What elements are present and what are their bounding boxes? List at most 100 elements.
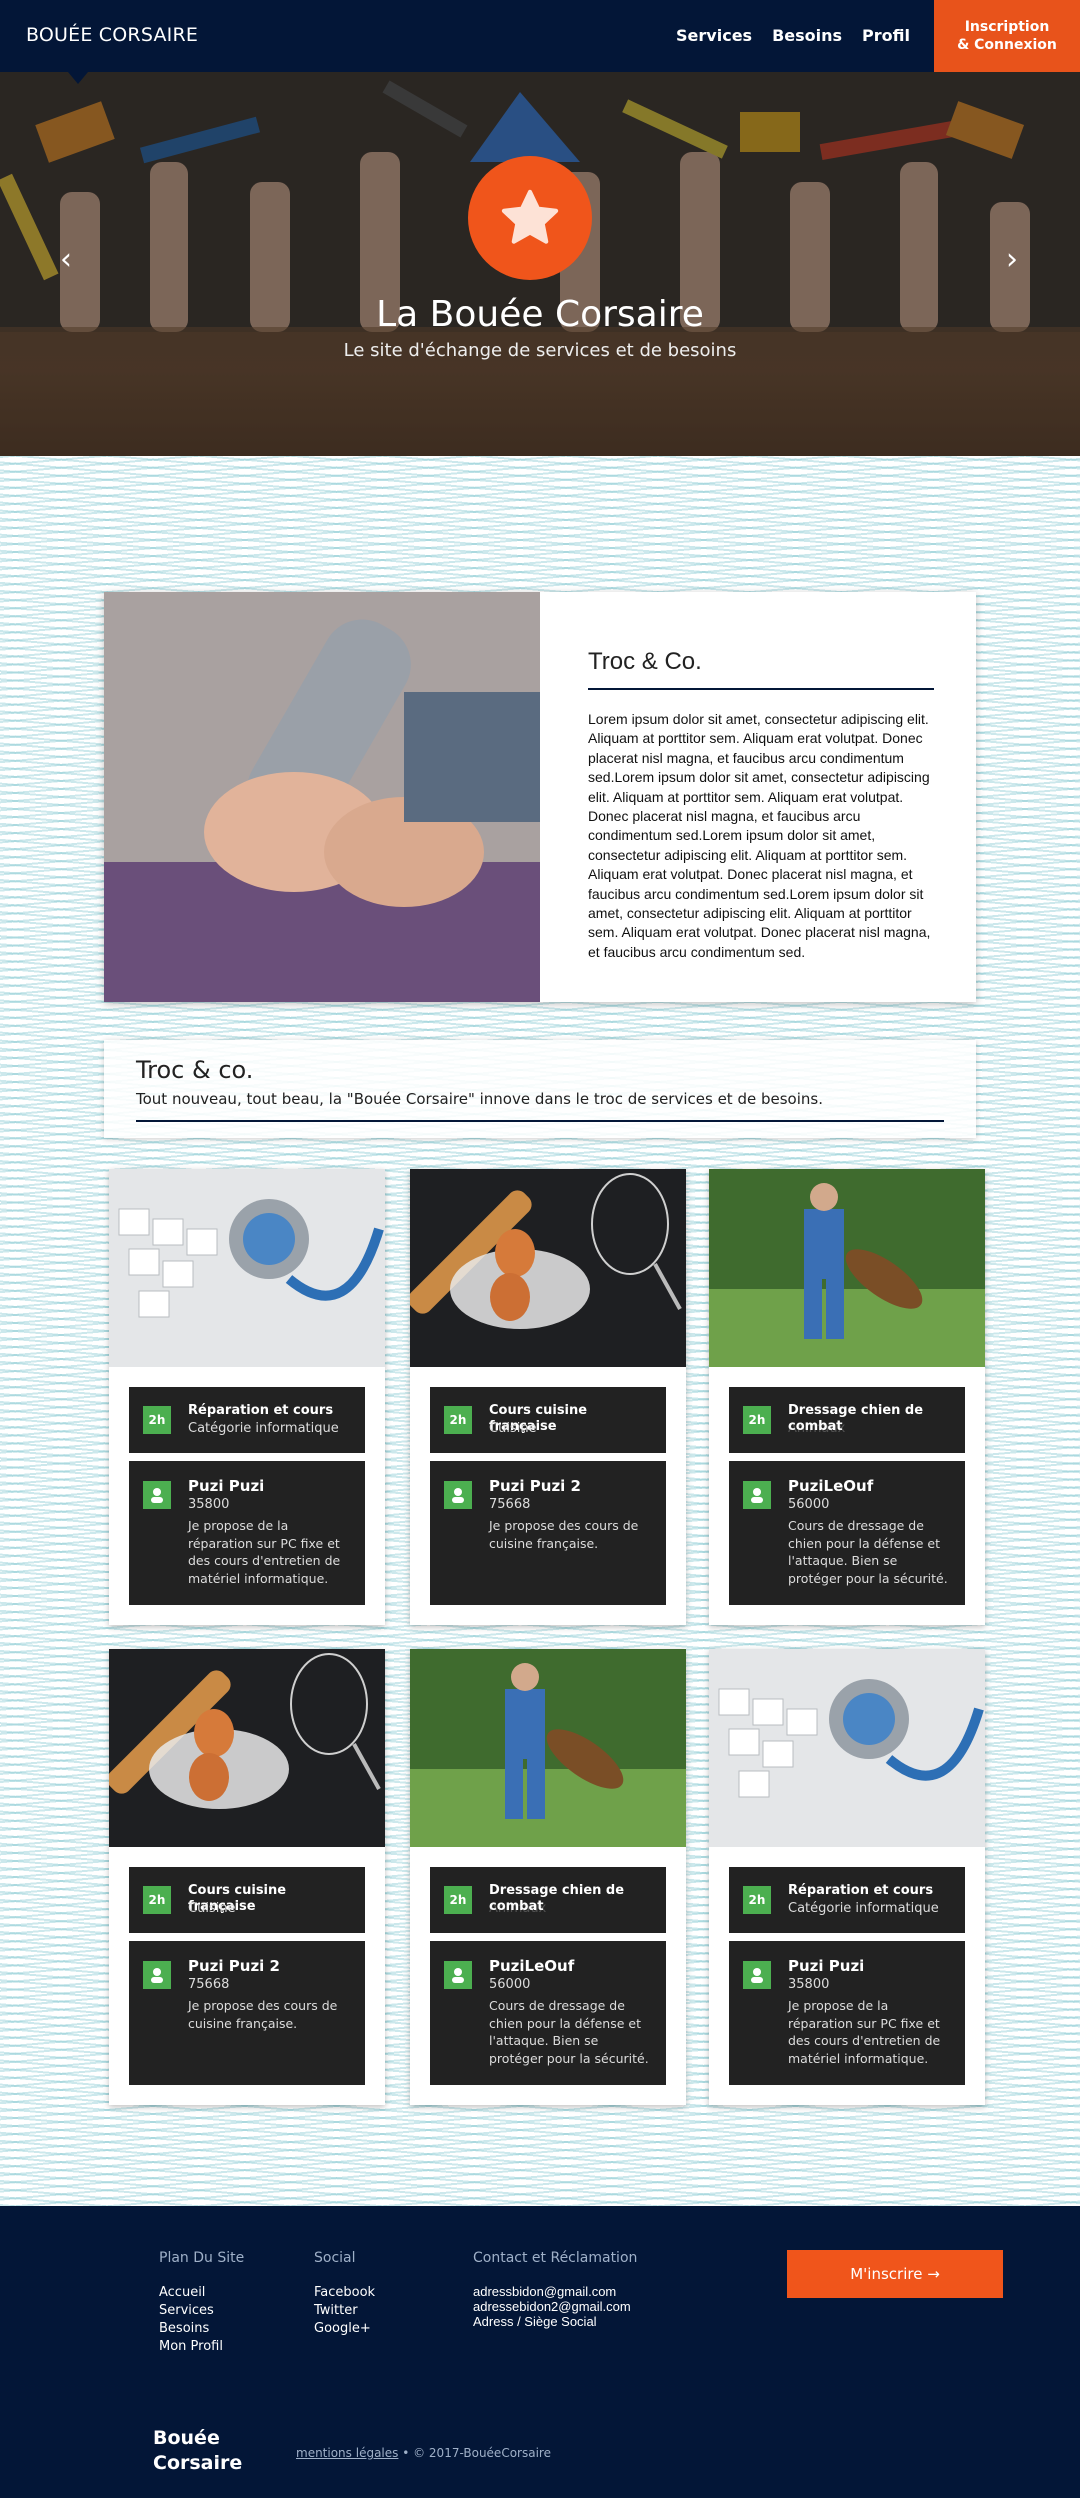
nav-link-profil[interactable]: Profil	[862, 26, 910, 45]
user-avatar-icon	[444, 1961, 472, 1989]
carousel-next-icon[interactable]: ›	[1006, 242, 1018, 277]
service-category: Animaux	[489, 1901, 547, 1916]
card-service-panel: 2h Dressage chien de combat Animaux	[430, 1867, 666, 1933]
footer-brand-line1: Bouée	[153, 2427, 220, 2449]
user-avatar-icon	[143, 1481, 171, 1509]
card-service-panel: 2h Cours cuisine française Cuisine	[129, 1867, 365, 1933]
service-card[interactable]: 2h Cours cuisine française Cuisine Puzi …	[410, 1169, 686, 1625]
footer-contact-title: Contact et Réclamation	[473, 2250, 638, 2266]
user-name: PuziLeOuf	[788, 1477, 874, 1495]
user-name: Puzi Puzi	[188, 1477, 265, 1495]
signup-button[interactable]: M'inscrire →	[787, 2250, 1003, 2298]
footer-link-besoins[interactable]: Besoins	[159, 2320, 223, 2338]
user-avatar-icon	[743, 1961, 771, 1989]
intro-subtitle: Tout nouveau, tout beau, la "Bouée Corsa…	[136, 1090, 823, 1108]
card-image-baking	[109, 1649, 385, 1847]
service-card[interactable]: 2h Cours cuisine française Cuisine Puzi …	[109, 1649, 385, 2105]
feature-text: Lorem ipsum dolor sit amet, consectetur …	[588, 711, 931, 960]
hero-title: La Bouée Corsaire	[376, 294, 704, 335]
card-image-dog	[709, 1169, 985, 1367]
card-user-panel: Puzi Puzi 2 75668 Je propose des cours d…	[430, 1461, 666, 1605]
nav-link-besoins[interactable]: Besoins	[772, 26, 842, 45]
user-zip: 75668	[188, 1977, 230, 1992]
service-description: Je propose des cours de cuisine français…	[489, 1518, 639, 1551]
footer-social-list: Facebook Twitter Google+	[314, 2284, 375, 2338]
footer-legal: mentions légales • © 2017-BouéeCorsaire	[296, 2446, 551, 2460]
user-zip: 56000	[489, 1977, 531, 1992]
login-label: & Connexion	[957, 37, 1057, 53]
nav-link-services[interactable]: Services	[676, 26, 752, 45]
footer-brand: Bouée Corsaire	[153, 2426, 242, 2476]
nav-links: Services Besoins Profil	[676, 26, 910, 45]
feature-divider	[588, 688, 934, 690]
service-description: Cours de dressage de chien pour la défen…	[788, 1518, 948, 1586]
footer-link-facebook[interactable]: Facebook	[314, 2284, 375, 2302]
contact-email-2[interactable]: adressebidon2@gmail.com	[473, 2299, 631, 2314]
service-title: Réparation et cours	[188, 1403, 334, 1418]
footer-brand-line2: Corsaire	[153, 2452, 243, 2474]
service-card[interactable]: 2h Dressage chien de combat Animaux Puzi…	[410, 1649, 686, 2105]
service-card[interactable]: 2h Dressage chien de combat Animaux Puzi…	[709, 1169, 985, 1625]
user-zip: 35800	[788, 1977, 830, 1992]
service-description: Cours de dressage de chien pour la défen…	[489, 1998, 649, 2066]
footer-link-twitter[interactable]: Twitter	[314, 2302, 375, 2320]
footer-sitemap-list: Accueil Services Besoins Mon Profil	[159, 2284, 223, 2356]
user-name: Puzi Puzi	[788, 1957, 865, 1975]
user-avatar-icon	[444, 1481, 472, 1509]
card-image-keyboard	[109, 1169, 385, 1367]
brand-logo[interactable]: BOUÉE CORSAIRE	[26, 24, 198, 46]
service-category: Catégorie informatique	[788, 1901, 939, 1916]
card-user-panel: Puzi Puzi 2 75668 Je propose des cours d…	[129, 1941, 365, 2085]
duration-badge: 2h	[444, 1886, 472, 1914]
dremel-tool-image	[104, 592, 540, 1002]
footer-link-services[interactable]: Services	[159, 2302, 223, 2320]
card-user-panel: PuziLeOuf 56000 Cours de dressage de chi…	[430, 1941, 666, 2085]
user-avatar-icon	[743, 1481, 771, 1509]
service-title: Réparation et cours	[788, 1883, 934, 1898]
footer-sitemap-title: Plan Du Site	[159, 2250, 245, 2266]
card-service-panel: 2h Dressage chien de combat Animaux	[729, 1387, 965, 1453]
user-avatar-icon	[143, 1961, 171, 1989]
hero-carousel: La Bouée Corsaire Le site d'échange de s…	[0, 72, 1080, 456]
service-card[interactable]: 2h Réparation et cours Catégorie informa…	[709, 1649, 985, 2105]
user-zip: 35800	[188, 1497, 230, 1512]
service-description: Je propose de la réparation sur PC fixe …	[188, 1518, 341, 1586]
signup-label: Inscription	[964, 19, 1050, 35]
user-zip: 75668	[489, 1497, 531, 1512]
card-service-panel: 2h Réparation et cours Catégorie informa…	[129, 1387, 365, 1453]
card-service-panel: 2h Réparation et cours Catégorie informa…	[729, 1867, 965, 1933]
duration-badge: 2h	[444, 1406, 472, 1434]
service-category: Cuisine	[188, 1901, 236, 1916]
intro-band: Troc & co. Tout nouveau, tout beau, la "…	[104, 1040, 976, 1138]
service-description: Je propose des cours de cuisine français…	[188, 1998, 338, 2031]
user-name: Puzi Puzi 2	[188, 1957, 280, 1975]
service-category: Animaux	[788, 1421, 846, 1436]
signup-login-button[interactable]: Inscription & Connexion	[934, 0, 1080, 72]
duration-badge: 2h	[743, 1406, 771, 1434]
duration-badge: 2h	[143, 1886, 171, 1914]
feature-title: Troc & Co.	[588, 648, 702, 675]
footer-link-googleplus[interactable]: Google+	[314, 2320, 375, 2338]
user-name: PuziLeOuf	[489, 1957, 575, 1975]
legal-notice-link[interactable]: mentions légales	[296, 2446, 398, 2460]
card-user-panel: Puzi Puzi 35800 Je propose de la réparat…	[129, 1461, 365, 1605]
card-image-keyboard	[709, 1649, 985, 1847]
intro-divider	[136, 1120, 944, 1122]
intro-title: Troc & co.	[136, 1056, 254, 1084]
contact-email-1[interactable]: adressbidon@gmail.com	[473, 2284, 631, 2299]
card-image-baking	[410, 1169, 686, 1367]
card-user-panel: PuziLeOuf 56000 Cours de dressage de chi…	[729, 1461, 965, 1605]
footer-link-accueil[interactable]: Accueil	[159, 2284, 223, 2302]
service-card[interactable]: 2h Réparation et cours Catégorie informa…	[109, 1169, 385, 1625]
card-user-panel: Puzi Puzi 35800 Je propose de la réparat…	[729, 1941, 965, 2085]
duration-badge: 2h	[743, 1886, 771, 1914]
contact-address: Adress / Siège Social	[473, 2314, 597, 2329]
star-icon	[468, 156, 592, 280]
user-zip: 56000	[788, 1497, 830, 1512]
copyright-text: • © 2017-BouéeCorsaire	[402, 2446, 551, 2460]
nav-active-indicator	[68, 72, 88, 84]
feature-card: Troc & Co. Lorem ipsum dolor sit amet, c…	[104, 592, 976, 1002]
carousel-prev-icon[interactable]: ‹	[60, 242, 72, 277]
footer-link-profil[interactable]: Mon Profil	[159, 2338, 223, 2356]
hero-subtitle: Le site d'échange de services et de beso…	[343, 340, 737, 361]
